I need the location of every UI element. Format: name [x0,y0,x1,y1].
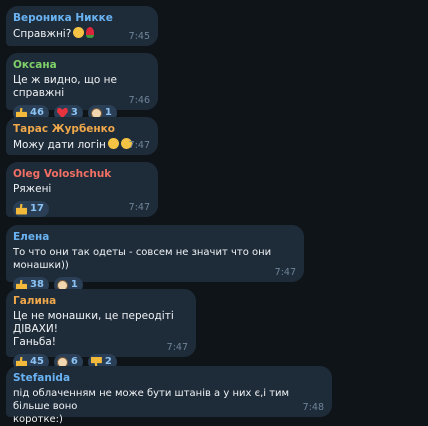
grin-face-icon [73,27,85,38]
message-bubble[interactable]: Вероника Никке Справжні? 7:45 [6,6,158,46]
message-time: 7:47 [128,140,150,151]
message-time: 7:45 [128,31,150,42]
message-time: 7:46 [128,95,150,106]
message-bubble[interactable]: Оксана Це ж видно, що не справжні 46 3 1… [6,53,158,121]
message-bubble[interactable]: Тарас Журбенко Можу дати логін 7:47 [6,117,158,155]
thumbs-up-icon [16,203,27,215]
message-text: То что они так одеты - совсем не значит … [13,247,272,271]
message-bubble[interactable]: Елена То что они так одеты - совсем не з… [6,225,304,293]
message-time: 7:47 [274,267,296,278]
rose-icon [86,27,95,38]
message-author: Елена [13,231,50,243]
message-author: Галина [13,295,57,307]
message-text: Ряжені [13,183,52,195]
message-text: під облаченням не може бути штанів а у н… [13,388,290,425]
message-bubble[interactable]: Stefanida під облаченням не може бути шт… [6,366,332,425]
message-author: Вероника Никке [13,12,113,24]
reaction-thumbs-up[interactable]: 17 [13,201,49,217]
message-time: 7:47 [128,202,150,213]
grin-face-icon [107,138,119,149]
message-time: 7:47 [166,342,188,353]
message-author: Stefanida [13,372,71,384]
chat-message-list: Вероника Никке Справжні? 7:45 Оксана Це … [0,0,428,425]
message-author: Оксана [13,59,57,71]
message-bubble[interactable]: Oleg Voloshchuk Ряжені 17 7:47 [6,162,158,217]
message-author: Oleg Voloshchuk [13,168,112,180]
message-time: 7:48 [302,402,324,413]
message-author: Тарас Журбенко [13,123,115,135]
message-bubble[interactable]: Галина Це не монашки, це переодіті ДІВАХ… [6,289,196,370]
message-text: Це не монашки, це переодіті ДІВАХИ! Гань… [13,310,174,348]
